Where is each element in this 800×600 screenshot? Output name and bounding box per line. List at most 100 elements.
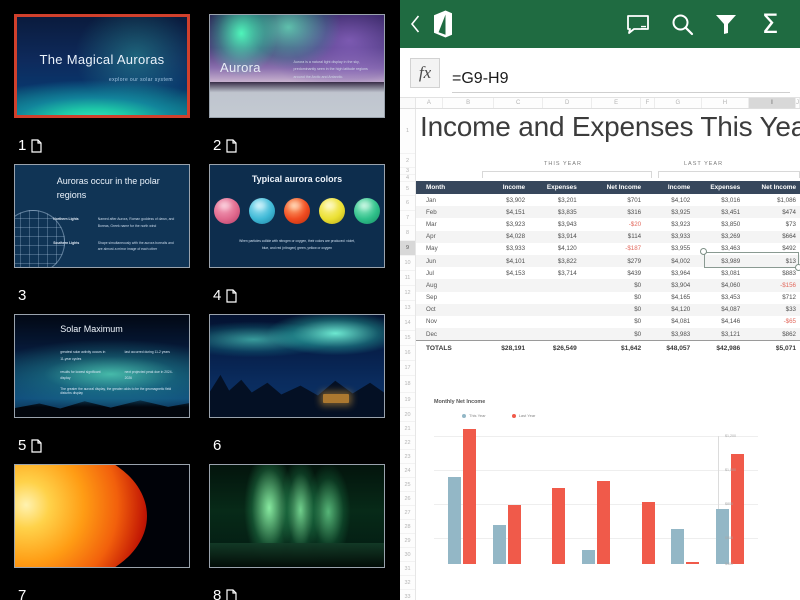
row-header-18[interactable]: 18 [400, 376, 415, 393]
totals-row[interactable]: TOTALS $28,191 $26,549 $1,642 $48,057 $4… [416, 340, 800, 355]
cell-ty-expenses[interactable]: $3,914 [529, 230, 581, 243]
row-header-25[interactable]: 25 [400, 478, 415, 492]
cell-totals-ty-net[interactable]: $1,642 [580, 340, 646, 355]
cell-month[interactable]: Aug [416, 279, 479, 292]
table-row[interactable]: Sep $0 $4,165 $3,453 $712 [416, 292, 800, 304]
cell-ty-income[interactable] [478, 303, 530, 316]
cell-ly-income[interactable]: $3,925 [645, 206, 695, 219]
cell-ty-income[interactable] [478, 279, 530, 292]
slide-canvas-8[interactable] [209, 464, 385, 568]
row-header-19[interactable]: 19 [400, 393, 415, 408]
cell-ly-expenses[interactable]: $3,850 [694, 218, 744, 230]
table-row[interactable]: Apr $4,028 $3,914 $114 $3,933 $3,269 $66… [416, 230, 800, 243]
cell-ty-income[interactable]: $3,923 [478, 218, 529, 230]
cell-ty-expenses[interactable]: $3,714 [529, 267, 581, 279]
table-row[interactable]: Oct $0 $4,120 $4,087 $33 [416, 303, 800, 316]
cell-month[interactable]: Mar [416, 218, 478, 230]
slide-cell-4[interactable]: Typical aurora colors When particles col… [203, 160, 392, 310]
cell-month[interactable]: Apr [416, 230, 479, 243]
cell-ly-net[interactable]: $474 [744, 206, 800, 219]
cell-ly-net-selected[interactable]: $664 [744, 230, 800, 243]
row-header-13[interactable]: 13 [400, 301, 415, 316]
cell-totals-ty-expenses[interactable]: $26,549 [529, 340, 581, 355]
cell-ty-net[interactable]: $279 [580, 254, 646, 268]
row-header-32[interactable]: 32 [400, 576, 415, 590]
row-header-10[interactable]: 10 [400, 256, 415, 271]
column-header-H[interactable]: H [701, 98, 749, 108]
row-header-16[interactable]: 16 [400, 346, 415, 361]
cell-ty-expenses[interactable]: $3,943 [529, 218, 581, 230]
slide-cell-8[interactable]: 8 [203, 460, 392, 600]
table-row[interactable]: Jul $4,153 $3,714 $439 $3,964 $3,081 $88… [416, 267, 800, 279]
autosum-icon[interactable]: Σ [748, 0, 792, 48]
search-icon[interactable] [660, 0, 704, 48]
cell-totals-ty-income[interactable]: $28,191 [478, 340, 530, 355]
cell-ty-income[interactable]: $3,902 [478, 194, 529, 206]
column-header-B[interactable]: B [443, 98, 495, 108]
cell-ty-net[interactable]: $316 [580, 206, 646, 219]
table-row[interactable]: Mar $3,923 $3,943 -$20 $3,923 $3,850 $73 [416, 218, 800, 230]
cell-ty-expenses[interactable] [529, 316, 581, 328]
cell-month[interactable]: Dec [416, 328, 479, 341]
cell-ly-net[interactable]: $13 [744, 254, 800, 268]
cell-month[interactable]: Jan [416, 194, 478, 206]
row-header-33[interactable]: 33 [400, 590, 415, 600]
slide-thumbnail-1[interactable]: The Magical Auroras explore our solar sy… [14, 14, 190, 118]
slide-canvas-2[interactable]: Aurora Aurora is a natural light display… [209, 14, 385, 118]
cell-ty-net[interactable]: $701 [581, 194, 645, 206]
cell-ly-income[interactable]: $3,904 [645, 279, 695, 292]
table-row[interactable]: Dec $0 $3,983 $3,121 $862 [416, 328, 800, 341]
cell-ly-expenses[interactable]: $3,269 [694, 230, 745, 243]
cell-ly-expenses[interactable]: $3,453 [694, 292, 744, 304]
office-logo-icon[interactable] [426, 9, 460, 39]
cell-ty-net[interactable]: $114 [580, 230, 646, 243]
cell-month[interactable]: Feb [416, 206, 479, 219]
cell-ly-expenses[interactable]: $3,989 [694, 254, 745, 268]
slide-thumbnail-8[interactable] [209, 464, 385, 568]
cell-ty-expenses[interactable] [529, 328, 581, 341]
cell-ly-net[interactable]: $33 [744, 303, 800, 316]
cell-ly-income[interactable]: $3,923 [645, 218, 694, 230]
select-all-corner[interactable] [400, 98, 416, 108]
cell-ty-net[interactable]: $439 [581, 267, 645, 279]
row-header-3[interactable]: 3 [400, 168, 415, 175]
column-header-I[interactable]: I [748, 98, 796, 108]
slide-thumbnail-3[interactable]: Auroras occur in the polar regions North… [14, 164, 190, 268]
cell-ty-income[interactable] [478, 328, 530, 341]
cell-ly-income[interactable]: $3,983 [645, 328, 695, 341]
cell-ly-income[interactable]: $3,933 [645, 230, 695, 243]
slide-thumbnail-2[interactable]: Aurora Aurora is a natural light display… [209, 14, 385, 118]
chart-object[interactable]: Monthly Net Income This Year Last Year $… [416, 399, 800, 566]
column-header-E[interactable]: E [592, 98, 642, 108]
cell-ty-net[interactable]: -$20 [581, 218, 645, 230]
slide-cell-5[interactable]: Solar Maximum greatest solar activity oc… [8, 310, 197, 460]
formula-input[interactable]: =G9-H9 [452, 67, 790, 93]
cell-ty-net[interactable]: $0 [580, 328, 646, 341]
table-row[interactable]: Feb $4,151 $3,835 $316 $3,925 $3,451 $47… [416, 206, 800, 219]
filter-icon[interactable] [704, 0, 748, 48]
cell-ty-expenses[interactable]: $4,120 [529, 243, 581, 255]
cell-totals-ly-net[interactable]: $5,071 [744, 340, 800, 355]
cell-ty-expenses[interactable] [529, 292, 581, 304]
row-header-26[interactable]: 26 [400, 492, 415, 506]
cell-ly-income[interactable]: $4,081 [645, 316, 694, 328]
cell-ty-income[interactable]: $4,101 [478, 254, 530, 268]
cell-month[interactable]: Jun [416, 254, 479, 268]
cell-ty-income[interactable]: $4,028 [478, 230, 530, 243]
cell-ly-expenses[interactable]: $4,087 [694, 303, 745, 316]
cell-month[interactable]: Oct [416, 303, 479, 316]
cell-ty-expenses[interactable] [529, 303, 581, 316]
row-header-15[interactable]: 15 [400, 331, 415, 346]
chevron-left-icon[interactable] [404, 15, 426, 33]
row-header-1[interactable]: 1 [400, 109, 415, 154]
column-header-F[interactable]: F [641, 98, 655, 108]
slide-canvas-5[interactable]: Solar Maximum greatest solar activity oc… [14, 314, 190, 418]
slide-canvas-6[interactable] [209, 314, 385, 418]
slide-thumbnail-6[interactable] [209, 314, 385, 418]
column-header-D[interactable]: D [543, 98, 593, 108]
column-header-C[interactable]: C [494, 98, 544, 108]
cell-ty-income[interactable] [478, 316, 529, 328]
cell-ly-expenses[interactable]: $4,146 [694, 316, 744, 328]
row-header-29[interactable]: 29 [400, 534, 415, 548]
row-header-17[interactable]: 17 [400, 361, 415, 376]
